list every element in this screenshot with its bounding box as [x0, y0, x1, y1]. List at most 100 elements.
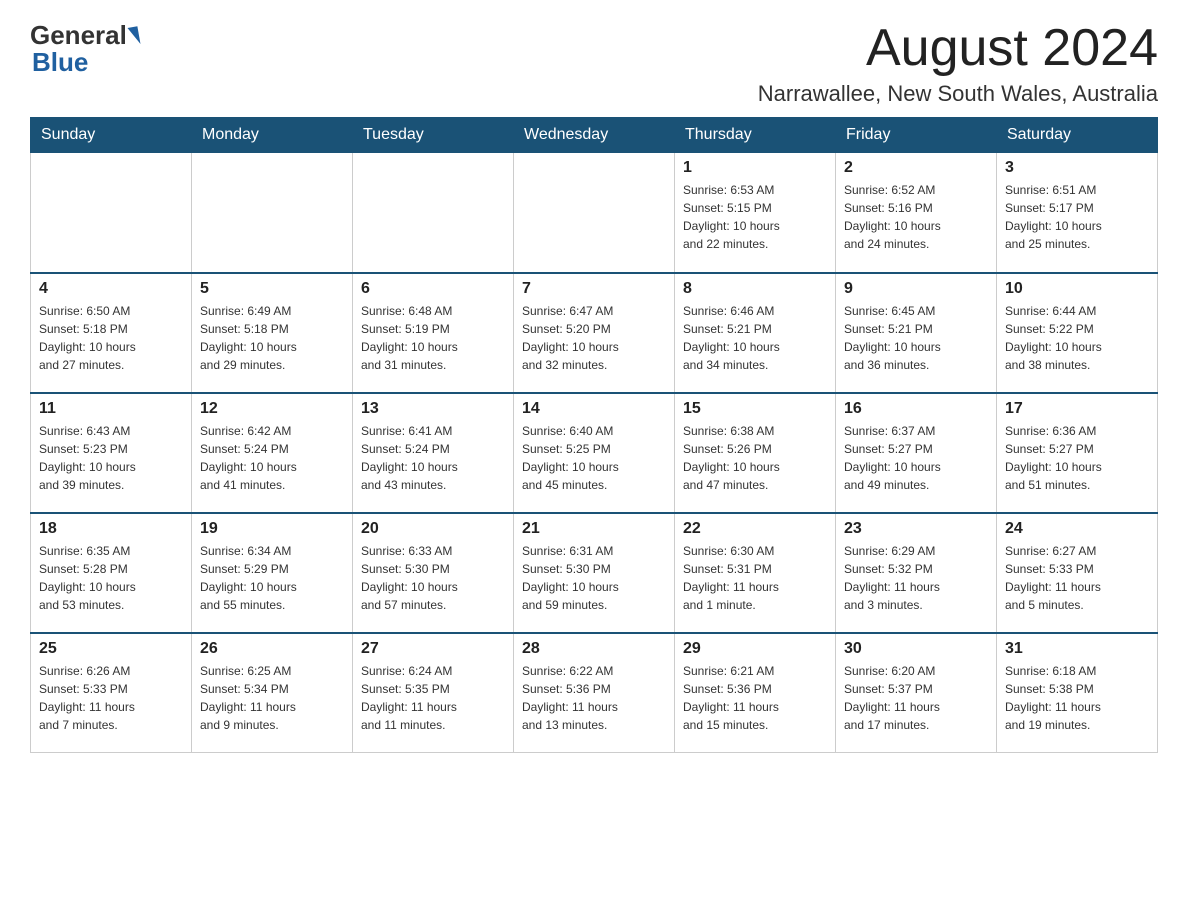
cell-day-number: 28	[522, 640, 666, 658]
calendar-cell: 13Sunrise: 6:41 AM Sunset: 5:24 PM Dayli…	[353, 393, 514, 513]
cell-day-number: 19	[200, 520, 344, 538]
cell-day-number: 31	[1005, 640, 1149, 658]
calendar-cell: 30Sunrise: 6:20 AM Sunset: 5:37 PM Dayli…	[836, 633, 997, 753]
cell-sun-info: Sunrise: 6:53 AM Sunset: 5:15 PM Dayligh…	[683, 181, 827, 253]
calendar-week-row: 18 Sunrise: 6:35 AM Sunset: 5:28 PM Dayli…	[31, 513, 1158, 633]
cell-sun-info: Sunrise: 6:51 AM Sunset: 5:17 PM Dayligh…	[1005, 181, 1149, 253]
cell-sun-info: Sunrise: 6:47 AM Sunset: 5:20 PM Dayligh…	[522, 302, 666, 374]
calendar-cell: 12 Sunrise: 6:42 AM Sunset: 5:24 PM Dayli…	[192, 393, 353, 513]
calendar-cell: 29Sunrise: 6:21 AM Sunset: 5:36 PM Dayli…	[675, 633, 836, 753]
cell-sun-info: Sunrise: 6:29 AM Sunset: 5:32 PM Dayligh…	[844, 542, 988, 614]
logo-triangle-icon	[127, 26, 140, 45]
cell-day-number: 17	[1005, 400, 1149, 418]
cell-day-number: 10	[1005, 280, 1149, 298]
calendar-cell	[353, 153, 514, 273]
calendar-week-row: 11Sunrise: 6:43 AM Sunset: 5:23 PM Dayli…	[31, 393, 1158, 513]
cell-day-number: 9	[844, 280, 988, 298]
calendar-cell: 3 Sunrise: 6:51 AM Sunset: 5:17 PM Daylig…	[997, 153, 1158, 273]
cell-day-number: 14	[522, 400, 666, 418]
cell-day-number: 29	[683, 640, 827, 658]
cell-day-number: 18	[39, 520, 183, 538]
cell-day-number: 8	[683, 280, 827, 298]
calendar-cell: 20 Sunrise: 6:33 AM Sunset: 5:30 PM Dayli…	[353, 513, 514, 633]
column-header-thursday: Thursday	[675, 118, 836, 153]
cell-day-number: 26	[200, 640, 344, 658]
column-header-monday: Monday	[192, 118, 353, 153]
calendar-week-row: 25 Sunrise: 6:26 AM Sunset: 5:33 PM Dayli…	[31, 633, 1158, 753]
cell-sun-info: Sunrise: 6:18 AM Sunset: 5:38 PM Dayligh…	[1005, 662, 1149, 734]
cell-sun-info: Sunrise: 6:20 AM Sunset: 5:37 PM Dayligh…	[844, 662, 988, 734]
cell-sun-info: Sunrise: 6:35 AM Sunset: 5:28 PM Dayligh…	[39, 542, 183, 614]
cell-sun-info: Sunrise: 6:25 AM Sunset: 5:34 PM Dayligh…	[200, 662, 344, 734]
cell-day-number: 16	[844, 400, 988, 418]
cell-sun-info: Sunrise: 6:38 AM Sunset: 5:26 PM Dayligh…	[683, 422, 827, 494]
calendar-cell: 4 Sunrise: 6:50 AM Sunset: 5:18 PM Daylig…	[31, 273, 192, 393]
calendar-cell: 24 Sunrise: 6:27 AM Sunset: 5:33 PM Dayli…	[997, 513, 1158, 633]
cell-sun-info: Sunrise: 6:45 AM Sunset: 5:21 PM Dayligh…	[844, 302, 988, 374]
calendar-cell: 15 Sunrise: 6:38 AM Sunset: 5:26 PM Dayli…	[675, 393, 836, 513]
column-header-wednesday: Wednesday	[514, 118, 675, 153]
cell-sun-info: Sunrise: 6:31 AM Sunset: 5:30 PM Dayligh…	[522, 542, 666, 614]
calendar-cell: 11Sunrise: 6:43 AM Sunset: 5:23 PM Dayli…	[31, 393, 192, 513]
cell-sun-info: Sunrise: 6:37 AM Sunset: 5:27 PM Dayligh…	[844, 422, 988, 494]
cell-sun-info: Sunrise: 6:46 AM Sunset: 5:21 PM Dayligh…	[683, 302, 827, 374]
cell-sun-info: Sunrise: 6:40 AM Sunset: 5:25 PM Dayligh…	[522, 422, 666, 494]
calendar-cell: 10Sunrise: 6:44 AM Sunset: 5:22 PM Dayli…	[997, 273, 1158, 393]
calendar-table: SundayMondayTuesdayWednesdayThursdayFrid…	[30, 117, 1158, 753]
calendar-cell	[192, 153, 353, 273]
cell-sun-info: Sunrise: 6:33 AM Sunset: 5:30 PM Dayligh…	[361, 542, 505, 614]
cell-sun-info: Sunrise: 6:49 AM Sunset: 5:18 PM Dayligh…	[200, 302, 344, 374]
calendar-cell: 9 Sunrise: 6:45 AM Sunset: 5:21 PM Daylig…	[836, 273, 997, 393]
calendar-header-row: SundayMondayTuesdayWednesdayThursdayFrid…	[31, 118, 1158, 153]
calendar-cell: 14 Sunrise: 6:40 AM Sunset: 5:25 PM Dayli…	[514, 393, 675, 513]
cell-sun-info: Sunrise: 6:27 AM Sunset: 5:33 PM Dayligh…	[1005, 542, 1149, 614]
calendar-cell: 26 Sunrise: 6:25 AM Sunset: 5:34 PM Dayli…	[192, 633, 353, 753]
calendar-cell: 2 Sunrise: 6:52 AM Sunset: 5:16 PM Daylig…	[836, 153, 997, 273]
calendar-cell: 19Sunrise: 6:34 AM Sunset: 5:29 PM Dayli…	[192, 513, 353, 633]
calendar-cell: 17 Sunrise: 6:36 AM Sunset: 5:27 PM Dayli…	[997, 393, 1158, 513]
column-header-saturday: Saturday	[997, 118, 1158, 153]
calendar-cell: 6Sunrise: 6:48 AM Sunset: 5:19 PM Daylig…	[353, 273, 514, 393]
cell-sun-info: Sunrise: 6:36 AM Sunset: 5:27 PM Dayligh…	[1005, 422, 1149, 494]
page-header: General Blue August 2024 Narrawallee, Ne…	[30, 20, 1158, 107]
cell-day-number: 23	[844, 520, 988, 538]
month-title: August 2024	[758, 20, 1158, 77]
calendar-cell: 21 Sunrise: 6:31 AM Sunset: 5:30 PM Dayli…	[514, 513, 675, 633]
cell-sun-info: Sunrise: 6:42 AM Sunset: 5:24 PM Dayligh…	[200, 422, 344, 494]
cell-day-number: 21	[522, 520, 666, 538]
cell-sun-info: Sunrise: 6:24 AM Sunset: 5:35 PM Dayligh…	[361, 662, 505, 734]
calendar-cell: 23 Sunrise: 6:29 AM Sunset: 5:32 PM Dayli…	[836, 513, 997, 633]
cell-day-number: 4	[39, 280, 183, 298]
location-title: Narrawallee, New South Wales, Australia	[758, 81, 1158, 107]
cell-sun-info: Sunrise: 6:50 AM Sunset: 5:18 PM Dayligh…	[39, 302, 183, 374]
cell-day-number: 2	[844, 159, 988, 177]
calendar-cell: 5 Sunrise: 6:49 AM Sunset: 5:18 PM Daylig…	[192, 273, 353, 393]
calendar-cell: 31 Sunrise: 6:18 AM Sunset: 5:38 PM Dayli…	[997, 633, 1158, 753]
calendar-cell: 1Sunrise: 6:53 AM Sunset: 5:15 PM Daylig…	[675, 153, 836, 273]
calendar-cell: 28Sunrise: 6:22 AM Sunset: 5:36 PM Dayli…	[514, 633, 675, 753]
cell-day-number: 24	[1005, 520, 1149, 538]
cell-day-number: 13	[361, 400, 505, 418]
column-header-friday: Friday	[836, 118, 997, 153]
cell-sun-info: Sunrise: 6:26 AM Sunset: 5:33 PM Dayligh…	[39, 662, 183, 734]
column-header-sunday: Sunday	[31, 118, 192, 153]
cell-sun-info: Sunrise: 6:52 AM Sunset: 5:16 PM Dayligh…	[844, 181, 988, 253]
calendar-cell: 8 Sunrise: 6:46 AM Sunset: 5:21 PM Daylig…	[675, 273, 836, 393]
cell-day-number: 22	[683, 520, 827, 538]
calendar-cell: 22Sunrise: 6:30 AM Sunset: 5:31 PM Dayli…	[675, 513, 836, 633]
cell-day-number: 12	[200, 400, 344, 418]
cell-day-number: 27	[361, 640, 505, 658]
calendar-cell: 25 Sunrise: 6:26 AM Sunset: 5:33 PM Dayli…	[31, 633, 192, 753]
cell-day-number: 15	[683, 400, 827, 418]
cell-day-number: 7	[522, 280, 666, 298]
logo-area: General Blue	[30, 20, 141, 78]
cell-day-number: 5	[200, 280, 344, 298]
calendar-cell	[31, 153, 192, 273]
cell-day-number: 20	[361, 520, 505, 538]
calendar-cell	[514, 153, 675, 273]
cell-day-number: 3	[1005, 159, 1149, 177]
calendar-cell: 7 Sunrise: 6:47 AM Sunset: 5:20 PM Daylig…	[514, 273, 675, 393]
calendar-cell: 18 Sunrise: 6:35 AM Sunset: 5:28 PM Dayli…	[31, 513, 192, 633]
calendar-cell: 27 Sunrise: 6:24 AM Sunset: 5:35 PM Dayli…	[353, 633, 514, 753]
cell-day-number: 25	[39, 640, 183, 658]
